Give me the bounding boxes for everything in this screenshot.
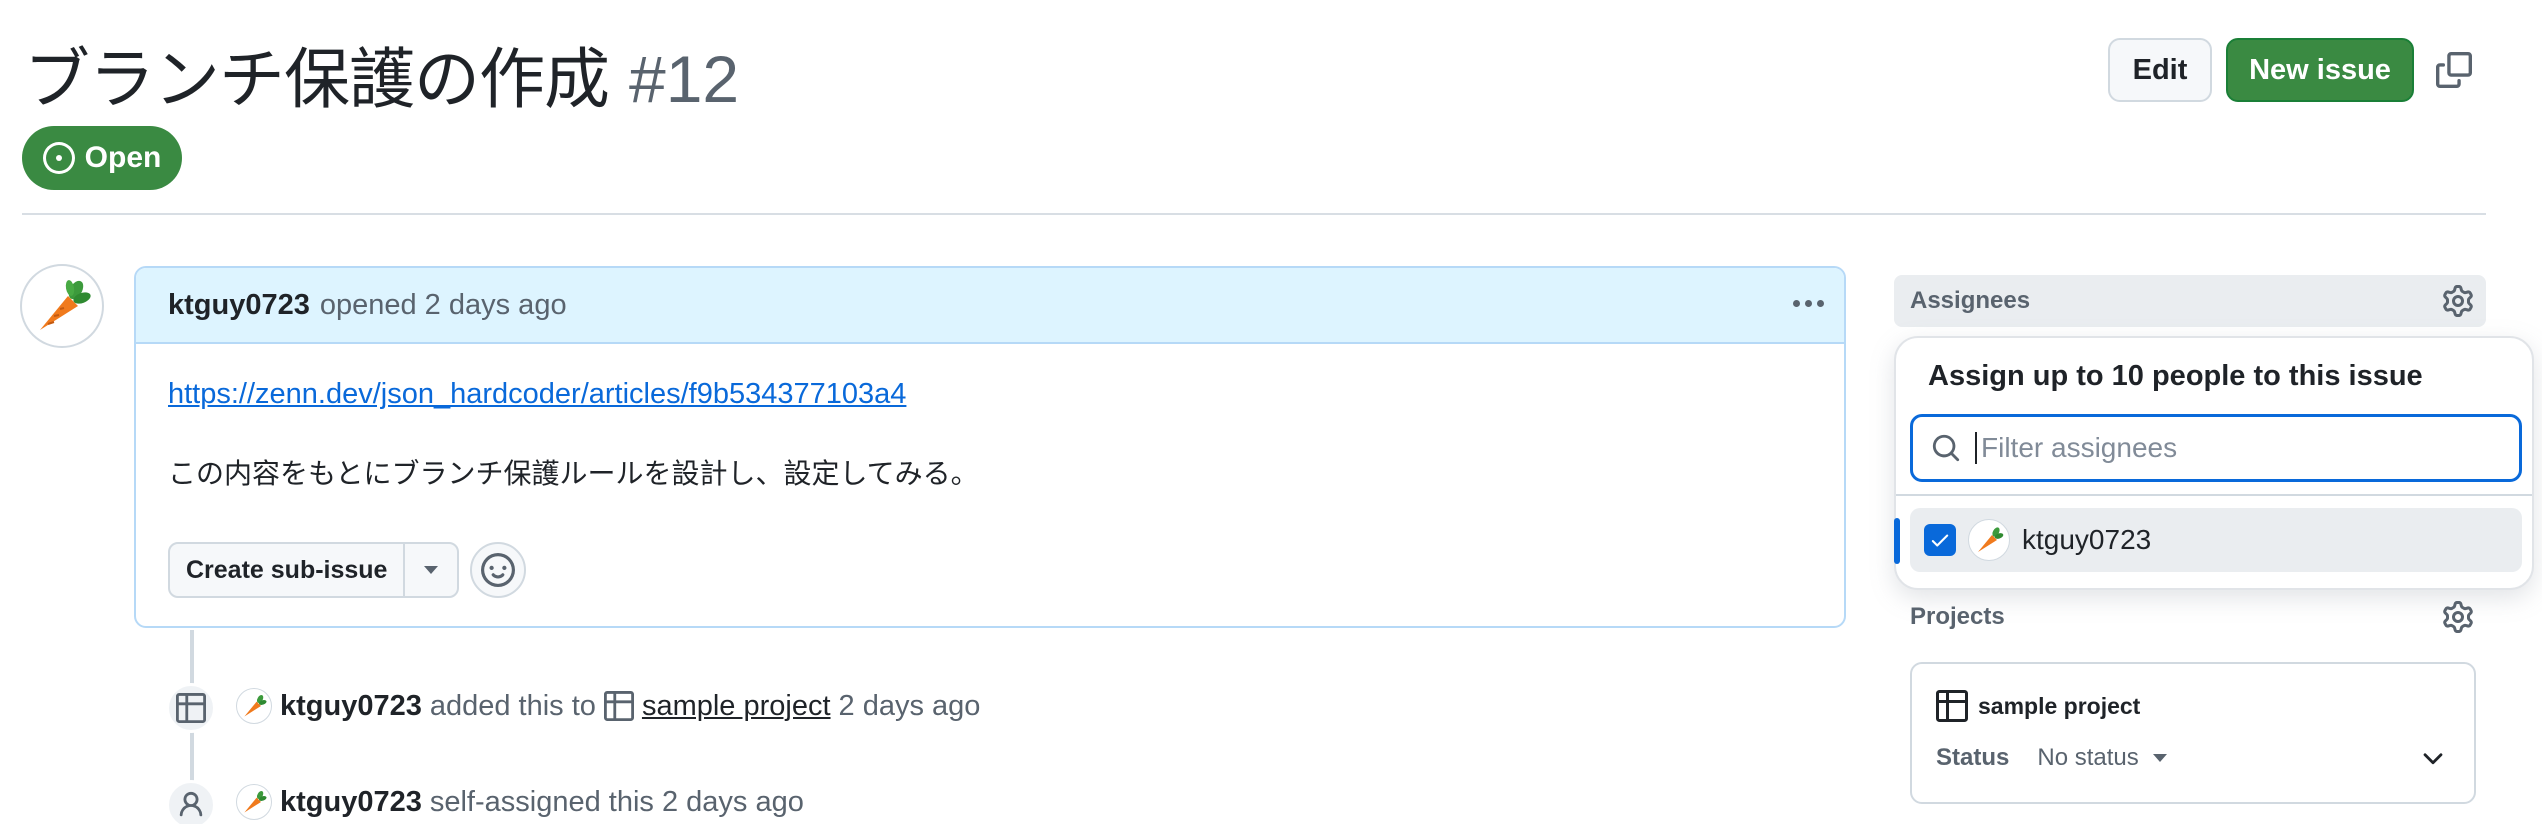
avatar: [1968, 519, 2010, 561]
new-issue-button[interactable]: New issue: [2226, 38, 2414, 102]
assignee-option[interactable]: ktguy0723: [1910, 508, 2522, 572]
timeline-event-project: ktguy0723 added this to sample project 2…: [236, 688, 980, 724]
edit-button[interactable]: Edit: [2108, 38, 2212, 102]
issue-title-text: ブランチ保護の作成: [24, 41, 610, 118]
chevron-down-icon[interactable]: [2418, 744, 2448, 779]
kebab-menu-icon[interactable]: [1788, 288, 1828, 318]
status-label: Open: [84, 141, 162, 174]
status-field-value[interactable]: No status: [2037, 744, 2138, 772]
create-sub-issue-button-group: Create sub-issue: [168, 542, 460, 598]
table-icon: [1936, 690, 1968, 722]
search-icon: [1932, 434, 1960, 462]
assignees-heading[interactable]: Assignees: [1894, 275, 2486, 327]
add-reaction-button[interactable]: [470, 542, 526, 598]
avatar[interactable]: [236, 688, 272, 724]
timeline-user[interactable]: ktguy0723: [280, 786, 422, 819]
filter-assignees-input[interactable]: [1975, 432, 2495, 464]
status-badge: Open: [22, 126, 182, 190]
active-item-indicator: [1894, 518, 1900, 564]
assignees-heading-label: Assignees: [1910, 287, 2031, 314]
gear-icon[interactable]: [2442, 601, 2474, 633]
carrot-icon: [40, 280, 91, 330]
sub-issue-dropdown[interactable]: [405, 544, 457, 596]
gear-icon[interactable]: [2442, 285, 2474, 317]
filter-assignees-field: [1910, 414, 2522, 482]
comment-header: ktguy0723 opened 2 days ago: [136, 268, 1844, 344]
table-icon: [176, 693, 206, 723]
checkbox-checked-icon[interactable]: [1924, 524, 1956, 556]
issue-comment: ktguy0723 opened 2 days ago https://zenn…: [134, 266, 1846, 628]
carrot-icon: [244, 790, 267, 813]
comment-author[interactable]: ktguy0723: [168, 289, 310, 322]
popover-title: Assign up to 10 people to this issue: [1928, 360, 2423, 392]
create-sub-issue-button[interactable]: Create sub-issue: [170, 544, 406, 596]
projects-heading[interactable]: Projects: [1894, 596, 2486, 638]
copy-icon[interactable]: [2436, 52, 2472, 88]
avatar[interactable]: [20, 264, 104, 348]
comment-body: この内容をもとにブランチ保護ルールを設計し、設定してみる。: [168, 457, 979, 490]
avatar[interactable]: [236, 784, 272, 820]
carrot-icon: [244, 694, 267, 717]
status-field-label: Status: [1936, 744, 2010, 771]
project-title[interactable]: sample project: [1936, 690, 2140, 722]
comment-link[interactable]: https://zenn.dev/json_hardcoder/articles…: [168, 378, 906, 411]
timeline-project-link[interactable]: sample project: [642, 690, 831, 723]
timeline-event-assign: ktguy0723 self-assigned this 2 days ago: [236, 784, 804, 820]
assignee-name: ktguy0723: [2022, 524, 2152, 555]
caret-down-icon[interactable]: [2152, 754, 2167, 762]
carrot-icon: [1978, 527, 2004, 552]
timeline-action: added this to: [429, 689, 596, 722]
timeline-user[interactable]: ktguy0723: [280, 690, 422, 723]
timeline-action: self-assigned this 2 days ago: [429, 785, 804, 818]
timeline-badge-assign: [166, 780, 216, 824]
comment-meta: opened 2 days ago: [319, 288, 567, 321]
caret-down-icon: [424, 566, 439, 574]
timeline-badge-project: [166, 683, 216, 733]
timeline-time: 2 days ago: [838, 689, 981, 722]
table-icon: [603, 691, 634, 721]
person-icon: [179, 791, 203, 817]
project-name: sample project: [1978, 692, 2141, 719]
header-divider: [22, 213, 2486, 215]
project-status-row: Status No status: [1936, 744, 2167, 772]
popover-divider: [1896, 494, 2532, 496]
issue-number: #12: [628, 42, 740, 116]
assignees-popover: Assign up to 10 people to this issue ktg…: [1894, 336, 2534, 590]
project-card: sample project Status No status: [1910, 662, 2476, 804]
smiley-icon: [481, 553, 515, 587]
projects-heading-label: Projects: [1910, 603, 2005, 630]
issue-title: ブランチ保護の作成 #12: [24, 26, 739, 122]
issue-open-icon: [42, 142, 75, 174]
